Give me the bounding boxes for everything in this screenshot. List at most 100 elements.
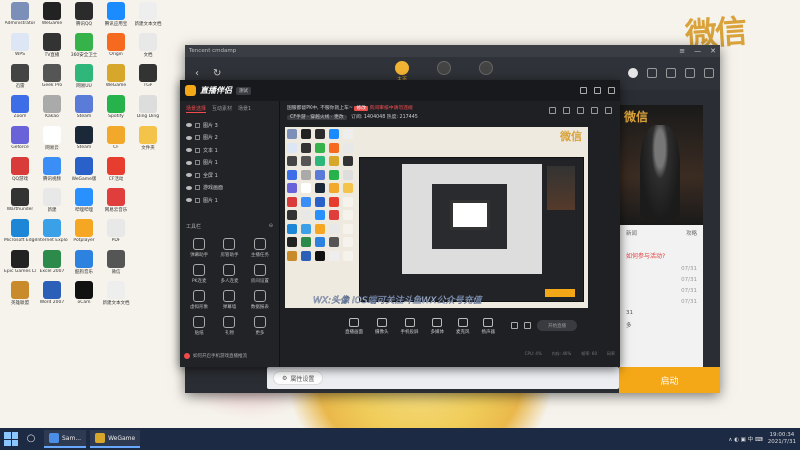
desktop-icon[interactable]: Potplayer <box>68 219 100 250</box>
desktop-icon[interactable]: oCam <box>68 281 100 312</box>
tool-button[interactable]: PK连麦 <box>184 263 214 284</box>
eye-icon[interactable] <box>186 185 192 190</box>
desktop-icon[interactable]: 新建 <box>36 188 68 219</box>
desktop-icon[interactable]: Administrator <box>4 2 36 33</box>
eye-icon[interactable] <box>186 135 192 140</box>
minimize-icon[interactable] <box>594 87 601 94</box>
tool-button[interactable]: 房间设置 <box>245 263 275 284</box>
desktop-icon[interactable]: Epic Games Launcher <box>4 250 36 281</box>
source-button[interactable]: 手机投屏 <box>401 317 419 335</box>
avatar[interactable] <box>628 68 638 78</box>
news-row[interactable]: 07/31 <box>626 277 697 283</box>
collapse-icon[interactable]: ⊖ <box>269 223 273 230</box>
start-live-button[interactable]: 开始直播 <box>537 320 577 331</box>
scene-item[interactable]: 图片 2 <box>184 132 275 145</box>
source-button[interactable]: 多媒体 <box>431 317 444 335</box>
news-row[interactable]: 31 <box>626 310 697 316</box>
tool-button[interactable]: 更多 <box>245 315 275 336</box>
eye-icon[interactable] <box>186 173 192 178</box>
desktop-icon[interactable]: Origin <box>100 33 132 64</box>
tab-news[interactable]: 新闻 <box>626 229 637 237</box>
desktop-icon[interactable]: Kakao <box>36 95 68 126</box>
help-tip[interactable]: 如何开启手机游戏直播推流 <box>184 353 247 359</box>
tool-button[interactable]: 房管助手 <box>214 237 244 258</box>
clock[interactable]: 19:00:34 2021/7/31 <box>768 432 796 446</box>
avatar-icon[interactable] <box>580 87 587 94</box>
desktop-icon[interactable]: Steam <box>68 95 100 126</box>
windows-start-icon[interactable] <box>4 432 18 446</box>
source-button[interactable]: 扬声器 <box>482 317 495 335</box>
settings-icon[interactable] <box>605 107 612 114</box>
desktop-icon[interactable]: WeGame <box>36 2 68 33</box>
desktop-icon[interactable]: WeGame <box>100 64 132 95</box>
tool-button[interactable]: 弹幕助手 <box>184 237 214 258</box>
news-row[interactable]: 07/31 <box>626 266 697 272</box>
tool-button[interactable]: 虚拟形象 <box>184 289 214 310</box>
desktop-icon[interactable]: 网易云音乐 <box>100 188 132 219</box>
tool-button[interactable]: 弹幕墙 <box>214 289 244 310</box>
eye-icon[interactable] <box>186 160 192 165</box>
scene-tab[interactable]: 场景1 <box>238 105 251 113</box>
launch-button[interactable]: 启动 <box>619 367 720 393</box>
record-icon[interactable] <box>511 322 518 329</box>
desktop-icon[interactable]: 英雄联盟 <box>4 281 36 312</box>
taskbar-app[interactable]: Sam... <box>44 430 87 448</box>
edit-title-button[interactable]: 修改 <box>354 106 369 111</box>
category-tag[interactable]: CF手游 · 穿越火线 · 更改 <box>287 115 347 120</box>
eye-icon[interactable] <box>186 198 192 203</box>
desktop-icon[interactable]: 360安全卫士 <box>68 33 100 64</box>
desktop-icon[interactable]: 文档 <box>132 33 164 64</box>
desktop-icon[interactable]: Excel 2007 <box>36 250 68 281</box>
news-row[interactable]: 07/31 <box>626 288 697 294</box>
scene-item[interactable]: 图片 1 <box>184 157 275 170</box>
store-icon[interactable] <box>666 68 676 78</box>
desktop-icon[interactable]: TV直播 <box>36 33 68 64</box>
scene-item[interactable]: 图片 1 <box>184 194 275 207</box>
scene-item[interactable]: 文本 1 <box>184 144 275 157</box>
desktop-icon[interactable]: 新建文本文档 <box>132 2 164 33</box>
tool-button[interactable]: 贴纸 <box>184 315 214 336</box>
stream-preview[interactable]: 微信 WX:头像 IOS端可关注斗鱼WX公众号充值 <box>285 127 588 308</box>
desktop-icon[interactable]: 腾讯QQ <box>68 2 100 33</box>
scene-item[interactable]: 游戏画面 <box>184 182 275 195</box>
minimize-icon[interactable]: — <box>694 47 701 55</box>
desktop-icon[interactable]: Steam <box>68 126 100 157</box>
tab-guides[interactable]: 攻略 <box>686 229 697 237</box>
tool-button[interactable]: 礼物 <box>214 315 244 336</box>
bell-icon[interactable] <box>591 107 598 114</box>
news-row[interactable]: 07/31 <box>626 299 697 305</box>
property-settings-button[interactable]: ⚙ 属性设置 <box>273 371 324 385</box>
scene-tab[interactable]: 互动素材 <box>212 105 232 113</box>
desktop-icon[interactable]: WeGame版 <box>68 157 100 188</box>
desktop-icon[interactable]: 酷狗音乐 <box>68 250 100 281</box>
desktop-icon[interactable]: CF <box>100 126 132 157</box>
desktop-icon[interactable]: 新建文本文档 <box>100 281 132 312</box>
news-row[interactable]: 多 <box>626 321 697 329</box>
tray-icons[interactable]: ∧ ◐ ▣ 中 ⌨ <box>728 435 762 443</box>
tool-button[interactable]: 主播任务 <box>245 237 275 258</box>
source-button[interactable]: 直播画面 <box>345 317 363 335</box>
taskbar-app[interactable]: WeGame <box>90 430 141 448</box>
friends-icon[interactable] <box>647 68 657 78</box>
eye-icon[interactable] <box>186 148 192 153</box>
desktop-icon[interactable]: TGP <box>132 64 164 95</box>
tool-button[interactable]: 多人连麦 <box>214 263 244 284</box>
back-arrow-icon[interactable]: ‹ <box>195 68 199 79</box>
desktop-icon[interactable]: 腾讯应用宝 <box>100 2 132 33</box>
desktop-icon[interactable]: Geek Pro <box>36 64 68 95</box>
source-button[interactable]: 摄像头 <box>375 317 389 335</box>
close-icon[interactable]: ✕ <box>710 47 716 55</box>
menu-icon[interactable]: ≡ <box>679 47 685 55</box>
desktop-icon[interactable]: 网易UU <box>68 64 100 95</box>
news-headline[interactable]: 如何参与活动? <box>626 251 697 260</box>
desktop-icon[interactable]: Warthunder <box>4 188 36 219</box>
desktop-icon[interactable]: 迅雷 <box>4 64 36 95</box>
desktop-icon[interactable]: Microsoft Edge <box>4 219 36 250</box>
desktop-icon[interactable]: Internet Explorer <box>36 219 68 250</box>
refresh-icon[interactable]: ↻ <box>213 68 221 79</box>
desktop-icon[interactable]: CF活动 <box>100 157 132 188</box>
search-icon[interactable]: ○ <box>24 432 38 446</box>
desktop-icon[interactable]: Geforce <box>4 126 36 157</box>
desktop-icon[interactable]: Spotify <box>100 95 132 126</box>
desktop-icon[interactable]: 文件夹 <box>132 126 164 157</box>
